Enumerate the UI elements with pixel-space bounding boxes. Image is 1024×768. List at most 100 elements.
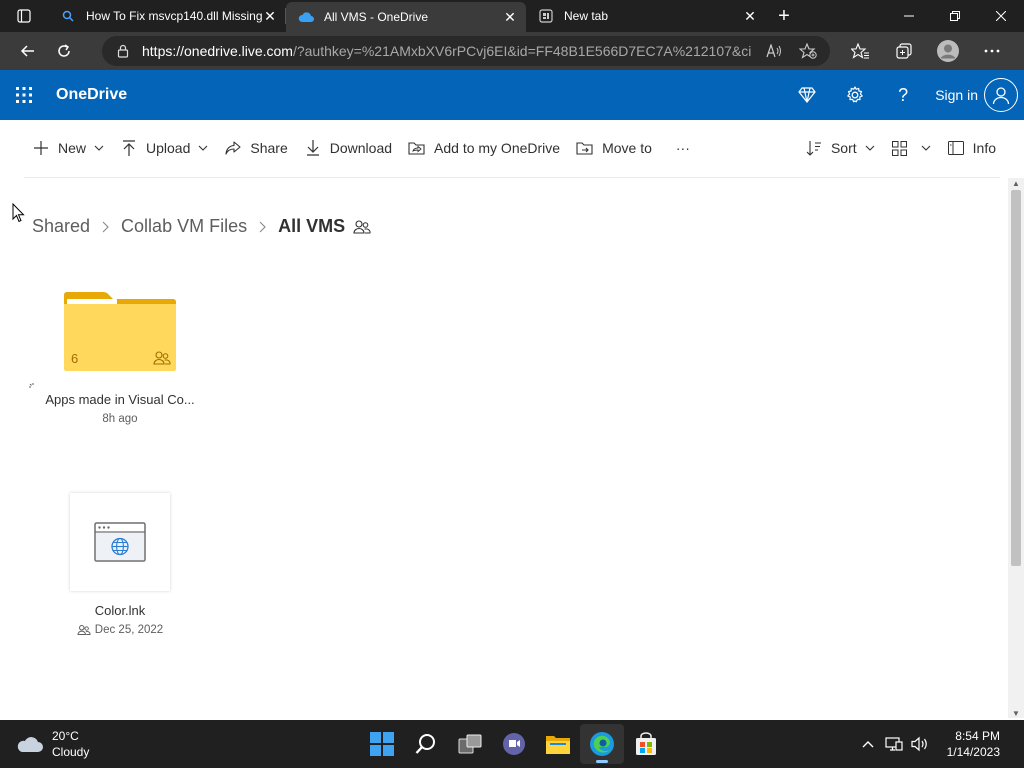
view-options-button[interactable] bbox=[883, 130, 939, 166]
shared-people-icon bbox=[77, 625, 91, 635]
close-tab-icon[interactable]: ✕ bbox=[742, 8, 758, 24]
minimize-icon bbox=[904, 15, 914, 17]
help-button[interactable]: ? bbox=[879, 70, 927, 120]
file-explorer-button[interactable] bbox=[536, 724, 580, 764]
tab-actions-icon bbox=[17, 9, 31, 23]
network-button[interactable] bbox=[881, 720, 907, 768]
add-favorite-icon[interactable] bbox=[798, 41, 818, 61]
upload-button[interactable]: Upload bbox=[112, 130, 216, 166]
volume-button[interactable] bbox=[907, 720, 933, 768]
breadcrumb-shared[interactable]: Shared bbox=[32, 216, 90, 237]
app-launcher-button[interactable] bbox=[0, 70, 48, 120]
chevron-down-icon bbox=[198, 143, 208, 153]
speaker-icon bbox=[911, 736, 927, 752]
url-host: https://onedrive.live.com bbox=[142, 43, 293, 59]
folder-tile[interactable]: 6 Apps made in Visual Co... 8h ago bbox=[29, 290, 208, 425]
url-path: /?authkey=%21AMxbXV6rPCvj6EI&id=FF48B1E5… bbox=[292, 43, 752, 59]
store-bag-icon bbox=[636, 732, 656, 755]
share-icon bbox=[224, 139, 242, 157]
upload-arrow-icon bbox=[120, 139, 138, 157]
account-avatar[interactable] bbox=[984, 78, 1018, 112]
new-button[interactable]: New bbox=[24, 130, 112, 166]
tab-title: New tab bbox=[564, 9, 609, 23]
start-button[interactable] bbox=[360, 724, 404, 764]
sign-in-link[interactable]: Sign in bbox=[927, 87, 984, 103]
sort-icon bbox=[805, 139, 823, 157]
restore-icon bbox=[950, 11, 960, 21]
file-meta: Dec 25, 2022 bbox=[32, 624, 208, 636]
close-tab-icon[interactable]: ✕ bbox=[262, 8, 278, 24]
show-hidden-icons-button[interactable] bbox=[855, 720, 881, 768]
refresh-button[interactable] bbox=[46, 35, 82, 67]
close-tab-icon[interactable]: ✕ bbox=[502, 9, 518, 25]
tab-actions-button[interactable] bbox=[0, 0, 48, 32]
more-commands-button[interactable]: ··· bbox=[660, 130, 706, 166]
files-content-area: New Upload Share Download Add to my OneD… bbox=[0, 120, 1024, 720]
vertical-scrollbar[interactable]: ▲ ▼ bbox=[1008, 178, 1024, 718]
file-tile[interactable]: Color.lnk Dec 25, 2022 bbox=[32, 493, 208, 636]
file-name: Color.lnk bbox=[94, 603, 146, 618]
new-tab-button[interactable]: + bbox=[766, 0, 802, 32]
profile-button[interactable] bbox=[926, 32, 970, 70]
read-aloud-icon[interactable] bbox=[764, 41, 784, 61]
move-folder-icon bbox=[576, 139, 594, 157]
restore-button[interactable] bbox=[932, 0, 978, 32]
browser-tab-onedrive[interactable]: All VMS - OneDrive ✕ bbox=[286, 2, 526, 32]
move-to-button[interactable]: Move to bbox=[568, 130, 660, 166]
browser-tab-msvcp[interactable]: How To Fix msvcp140.dll Missing ✕ bbox=[48, 0, 286, 32]
back-button[interactable] bbox=[10, 35, 46, 67]
url-text: https://onedrive.live.com/?authkey=%21AM… bbox=[142, 43, 752, 59]
favorites-button[interactable] bbox=[838, 32, 882, 70]
sort-button[interactable]: Sort bbox=[797, 130, 883, 166]
chevron-down-icon bbox=[865, 143, 875, 153]
share-button[interactable]: Share bbox=[216, 130, 295, 166]
scroll-up-icon[interactable]: ▲ bbox=[1011, 178, 1021, 188]
scrollbar-thumb[interactable] bbox=[1011, 190, 1021, 566]
onedrive-brand[interactable]: OneDrive bbox=[56, 86, 127, 104]
chevron-up-icon bbox=[862, 741, 874, 748]
gear-icon bbox=[847, 86, 863, 103]
folder-item-count: 6 bbox=[71, 351, 79, 366]
info-button[interactable]: Info bbox=[939, 130, 1004, 166]
windows-taskbar: 20°C Cloudy 8:54 PM 1/14/2023 bbox=[0, 720, 1024, 768]
teams-chat-button[interactable] bbox=[492, 724, 536, 764]
breadcrumb-collab-vm-files[interactable]: Collab VM Files bbox=[121, 216, 247, 237]
browser-tab-strip: How To Fix msvcp140.dll Missing ✕ All VM… bbox=[0, 0, 1024, 32]
settings-button[interactable] bbox=[831, 70, 879, 120]
more-commands-label: ··· bbox=[675, 140, 690, 156]
minimize-button[interactable] bbox=[886, 0, 932, 32]
info-pane-icon bbox=[947, 139, 965, 157]
weather-temp: 20°C bbox=[52, 729, 79, 743]
command-bar: New Upload Share Download Add to my OneD… bbox=[24, 130, 1004, 166]
taskbar-clock[interactable]: 8:54 PM 1/14/2023 bbox=[933, 728, 1024, 760]
refresh-icon bbox=[58, 44, 70, 57]
microsoft-store-button[interactable] bbox=[624, 724, 668, 764]
task-view-button[interactable] bbox=[448, 724, 492, 764]
share-label: Share bbox=[250, 140, 288, 156]
weather-widget[interactable]: 20°C Cloudy bbox=[16, 728, 89, 760]
edge-browser-button[interactable] bbox=[580, 724, 624, 764]
info-label: Info bbox=[972, 140, 996, 156]
plus-icon bbox=[32, 139, 50, 157]
move-to-label: Move to bbox=[602, 140, 652, 156]
address-bar[interactable]: https://onedrive.live.com/?authkey=%21AM… bbox=[102, 36, 830, 66]
task-view-icon bbox=[458, 734, 482, 754]
collections-button[interactable] bbox=[882, 32, 926, 70]
browser-tab-newtab[interactable]: New tab ✕ bbox=[526, 0, 766, 32]
tab-title: How To Fix msvcp140.dll Missing bbox=[86, 9, 262, 23]
download-arrow-icon bbox=[304, 139, 322, 157]
folder-modified: 8h ago bbox=[102, 413, 138, 425]
scroll-down-icon[interactable]: ▼ bbox=[1011, 708, 1021, 718]
download-button[interactable]: Download bbox=[296, 130, 400, 166]
breadcrumb: Shared Collab VM Files All VMS bbox=[32, 216, 371, 237]
premium-button[interactable] bbox=[783, 70, 831, 120]
settings-more-button[interactable] bbox=[970, 32, 1014, 70]
shortcut-file-icon bbox=[94, 522, 146, 562]
folder-name: Apps made in Visual Co... bbox=[45, 392, 195, 407]
chevron-down-icon bbox=[921, 143, 931, 153]
network-monitor-icon bbox=[885, 737, 903, 751]
close-window-button[interactable] bbox=[978, 0, 1024, 32]
add-to-onedrive-button[interactable]: Add to my OneDrive bbox=[400, 130, 568, 166]
search-button[interactable] bbox=[404, 724, 448, 764]
collections-icon bbox=[896, 43, 912, 59]
